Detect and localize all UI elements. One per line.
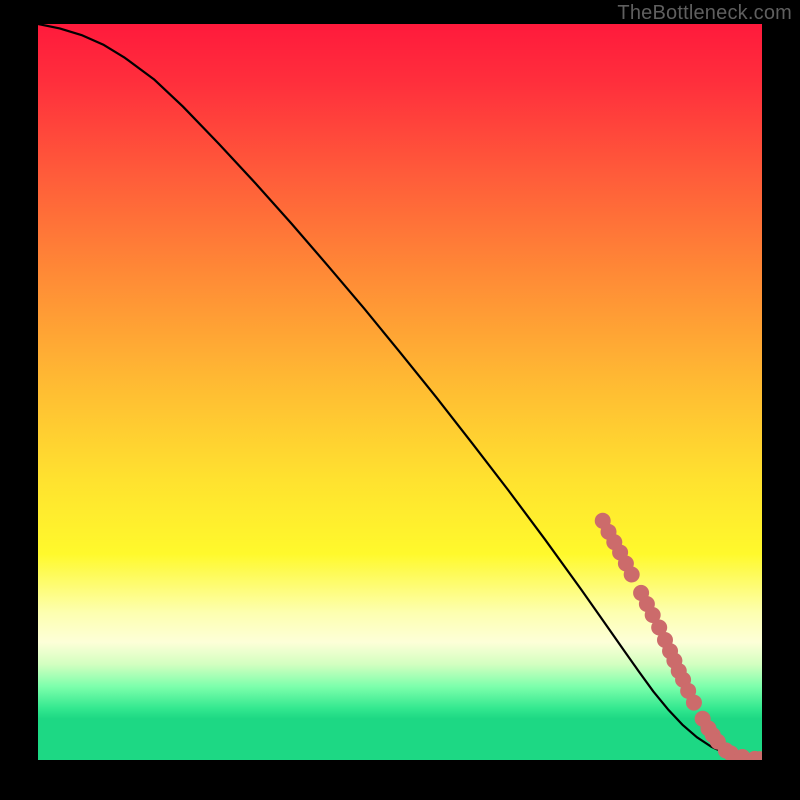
plot-area (38, 24, 762, 760)
chart-svg-layer (38, 24, 762, 760)
data-point (624, 567, 640, 583)
chart-frame: TheBottleneck.com (0, 0, 800, 800)
watermark-text: TheBottleneck.com (617, 2, 792, 25)
data-point (686, 695, 702, 711)
data-points-group (595, 513, 762, 760)
bottleneck-curve (38, 24, 762, 760)
